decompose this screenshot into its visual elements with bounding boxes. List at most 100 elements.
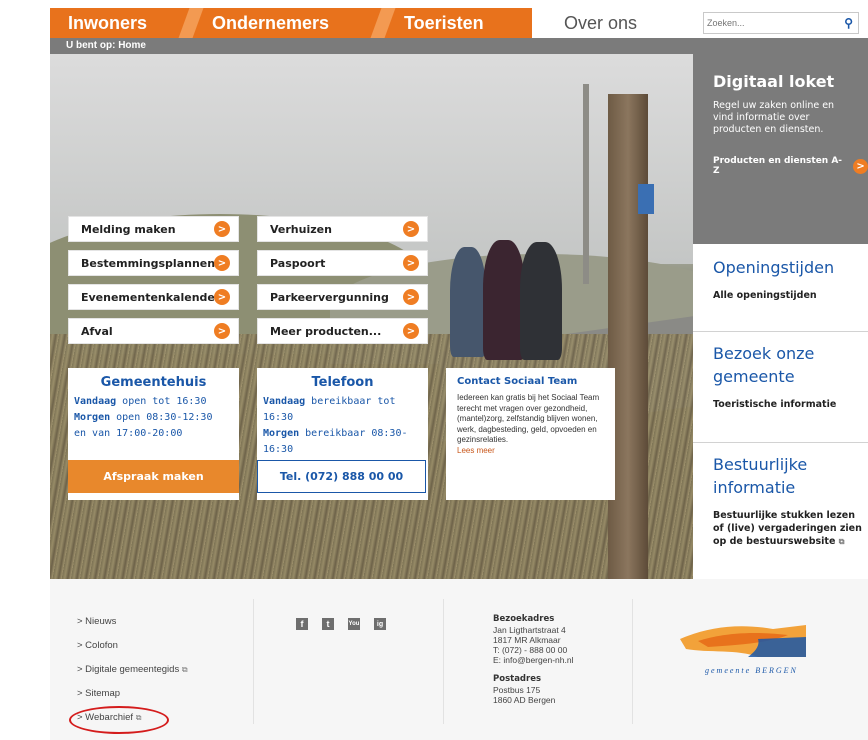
search-icon[interactable]: ⚲ [844,16,853,30]
facebook-icon[interactable]: f [296,618,308,630]
right-column: Digitaal loket Regel uw zaken online en … [693,54,868,579]
hero-sign [638,184,654,214]
gemeentehuis-evening: en van 17:00-20:00 [74,428,183,439]
producten-diensten-link[interactable]: Producten en diensten A-Z > [713,156,868,176]
postadres-heading: Postadres [493,674,542,684]
footer-link-sitemap[interactable]: > Sitemap [77,688,120,699]
link-melding-maken[interactable]: Melding maken > [68,216,239,242]
link-evenementenkalender[interactable]: Evenementenkalender > [68,284,239,310]
tomorrow-hours: open 08:30-12:30 [110,412,213,423]
search-box: ⚲ [703,12,859,34]
gemeentehuis-card: Gemeentehuis Vandaag open tot 16:30 Morg… [68,368,239,500]
tab-label: Ondernemers [212,12,330,33]
bezoek-gemeente-title[interactable]: Bezoek onze gemeente [713,342,843,388]
hero-person [450,247,486,357]
tab-label: Inwoners [68,12,148,33]
link-parkeervergunning[interactable]: Parkeervergunning > [257,284,428,310]
arrow-right-icon: > [214,255,230,271]
sociaal-team-body: Iedereen kan gratis bij het Sociaal Team… [457,393,600,444]
phone-number-button[interactable]: Tel. (072) 888 00 00 [257,460,426,493]
link-label: Parkeervergunning [270,290,389,304]
link-label: Verhuizen [270,222,332,236]
external-link-icon: ⧉ [838,537,845,546]
tab-label: Toeristen [404,12,484,33]
annotation-circle [69,706,169,734]
gemeentehuis-title: Gemeentehuis [100,375,207,390]
postadres-line: 1860 AD Bergen [493,695,556,705]
tomorrow-label: Morgen [263,428,300,439]
gemeentehuis-today: Vandaag open tot 16:30 [68,394,239,410]
arrow-right-icon: > [214,221,230,237]
gemeente-bergen-logo[interactable] [678,619,808,661]
tab-label: Over ons [564,12,638,33]
hero-pole [608,94,648,579]
footer-divider [443,599,444,724]
openingstijden-title[interactable]: Openingstijden [713,256,868,279]
link-paspoort[interactable]: Paspoort > [257,250,428,276]
arrow-right-icon: > [214,323,230,339]
arrow-right-icon: > [403,221,419,237]
tab-ondernemers[interactable]: Ondernemers [190,8,385,38]
bestuurlijke-informatie-title[interactable]: Bestuurlijke informatie [713,453,843,499]
digitaal-loket-title[interactable]: Digitaal loket [713,72,868,91]
footer-link-digitale-gemeentegids[interactable]: > Digitale gemeentegids ⧉ [77,664,188,675]
hero-image [50,54,693,579]
tab-inwoners[interactable]: Inwoners [50,8,190,38]
bezoekadres-line: Jan Ligthartstraat 4 [493,625,566,635]
bezoekadres-line: T: (072) - 888 00 00 [493,645,568,655]
link-afval[interactable]: Afval > [68,318,239,344]
bezoekadres-heading: Bezoekadres [493,614,555,624]
today-hours: open tot 16:30 [116,396,207,407]
digitaal-loket-panel: Digitaal loket Regel uw zaken online en … [693,54,868,244]
arrow-right-icon: > [214,289,230,305]
alle-openingstijden-link[interactable]: Alle openingstijden [713,289,868,302]
footer-link-label: > Digitale gemeentegids [77,664,180,675]
sociaal-team-title[interactable]: Contact Sociaal Team [446,368,615,387]
sociaal-team-card: Contact Sociaal Team Iedereen kan gratis… [446,368,615,500]
tab-toeristen[interactable]: Toeristen [380,8,532,38]
bestuurswebsite-link[interactable]: Bestuurlijke stukken lezen of (live) ver… [713,509,868,548]
link-label: Bestemmingsplannen [81,256,216,270]
bestuurlijke-informatie-block: Bestuurlijke informatie Bestuurlijke stu… [693,442,868,579]
lees-meer-link[interactable]: Lees meer [446,446,615,455]
link-label: Meer producten... [270,324,382,338]
twitter-icon[interactable]: t [322,618,334,630]
arrow-right-icon: > [403,323,419,339]
footer-link-nieuws[interactable]: > Nieuws [77,616,116,627]
bezoekadres-line: 1817 MR Alkmaar [493,635,561,645]
instagram-icon[interactable]: ig [374,618,386,630]
tomorrow-label: Morgen [74,412,111,423]
top-navigation: Inwoners Ondernemers Toeristen Over ons … [0,0,868,38]
tab-over-ons[interactable]: Over ons [532,8,692,38]
bezoek-gemeente-block: Bezoek onze gemeente Toeristische inform… [693,331,868,441]
arrow-right-icon: > [403,289,419,305]
external-link-icon: ⧉ [181,665,188,674]
telefoon-title: Telefoon [311,375,374,390]
footer-divider [632,599,633,724]
link-verhuizen[interactable]: Verhuizen > [257,216,428,242]
link-bestemmingsplannen[interactable]: Bestemmingsplannen > [68,250,239,276]
toeristische-informatie-link[interactable]: Toeristische informatie [713,398,868,411]
link-label: Melding maken [81,222,176,236]
footer-link-colofon[interactable]: > Colofon [77,640,118,651]
hero-person [483,240,525,360]
afspraak-maken-button[interactable]: Afspraak maken [68,460,239,493]
search-input[interactable] [704,14,824,32]
digitaal-loket-description: Regel uw zaken online en vind informatie… [713,100,835,135]
producten-diensten-label: Producten en diensten A-Z [713,156,843,176]
link-label: Paspoort [270,256,326,270]
link-label: Evenementenkalender [81,290,221,304]
link-meer-producten[interactable]: Meer producten... > [257,318,428,344]
telefoon-card: Telefoon Vandaag bereikbaar tot 16:30 Mo… [257,368,428,500]
openingstijden-block: Openingstijden Alle openingstijden [693,246,868,330]
footer-divider [253,599,254,724]
telefoon-today: Vandaag bereikbaar tot 16:30 [257,394,428,426]
arrow-right-icon: > [853,158,868,174]
hero-lamppost [583,84,589,284]
hero-person [520,242,562,360]
arrow-right-icon: > [403,255,419,271]
today-label: Vandaag [74,396,117,407]
bezoekadres-email[interactable]: E: info@bergen-nh.nl [493,655,573,665]
youtube-icon[interactable]: You [348,618,360,630]
postadres-line: Postbus 175 [493,685,541,695]
